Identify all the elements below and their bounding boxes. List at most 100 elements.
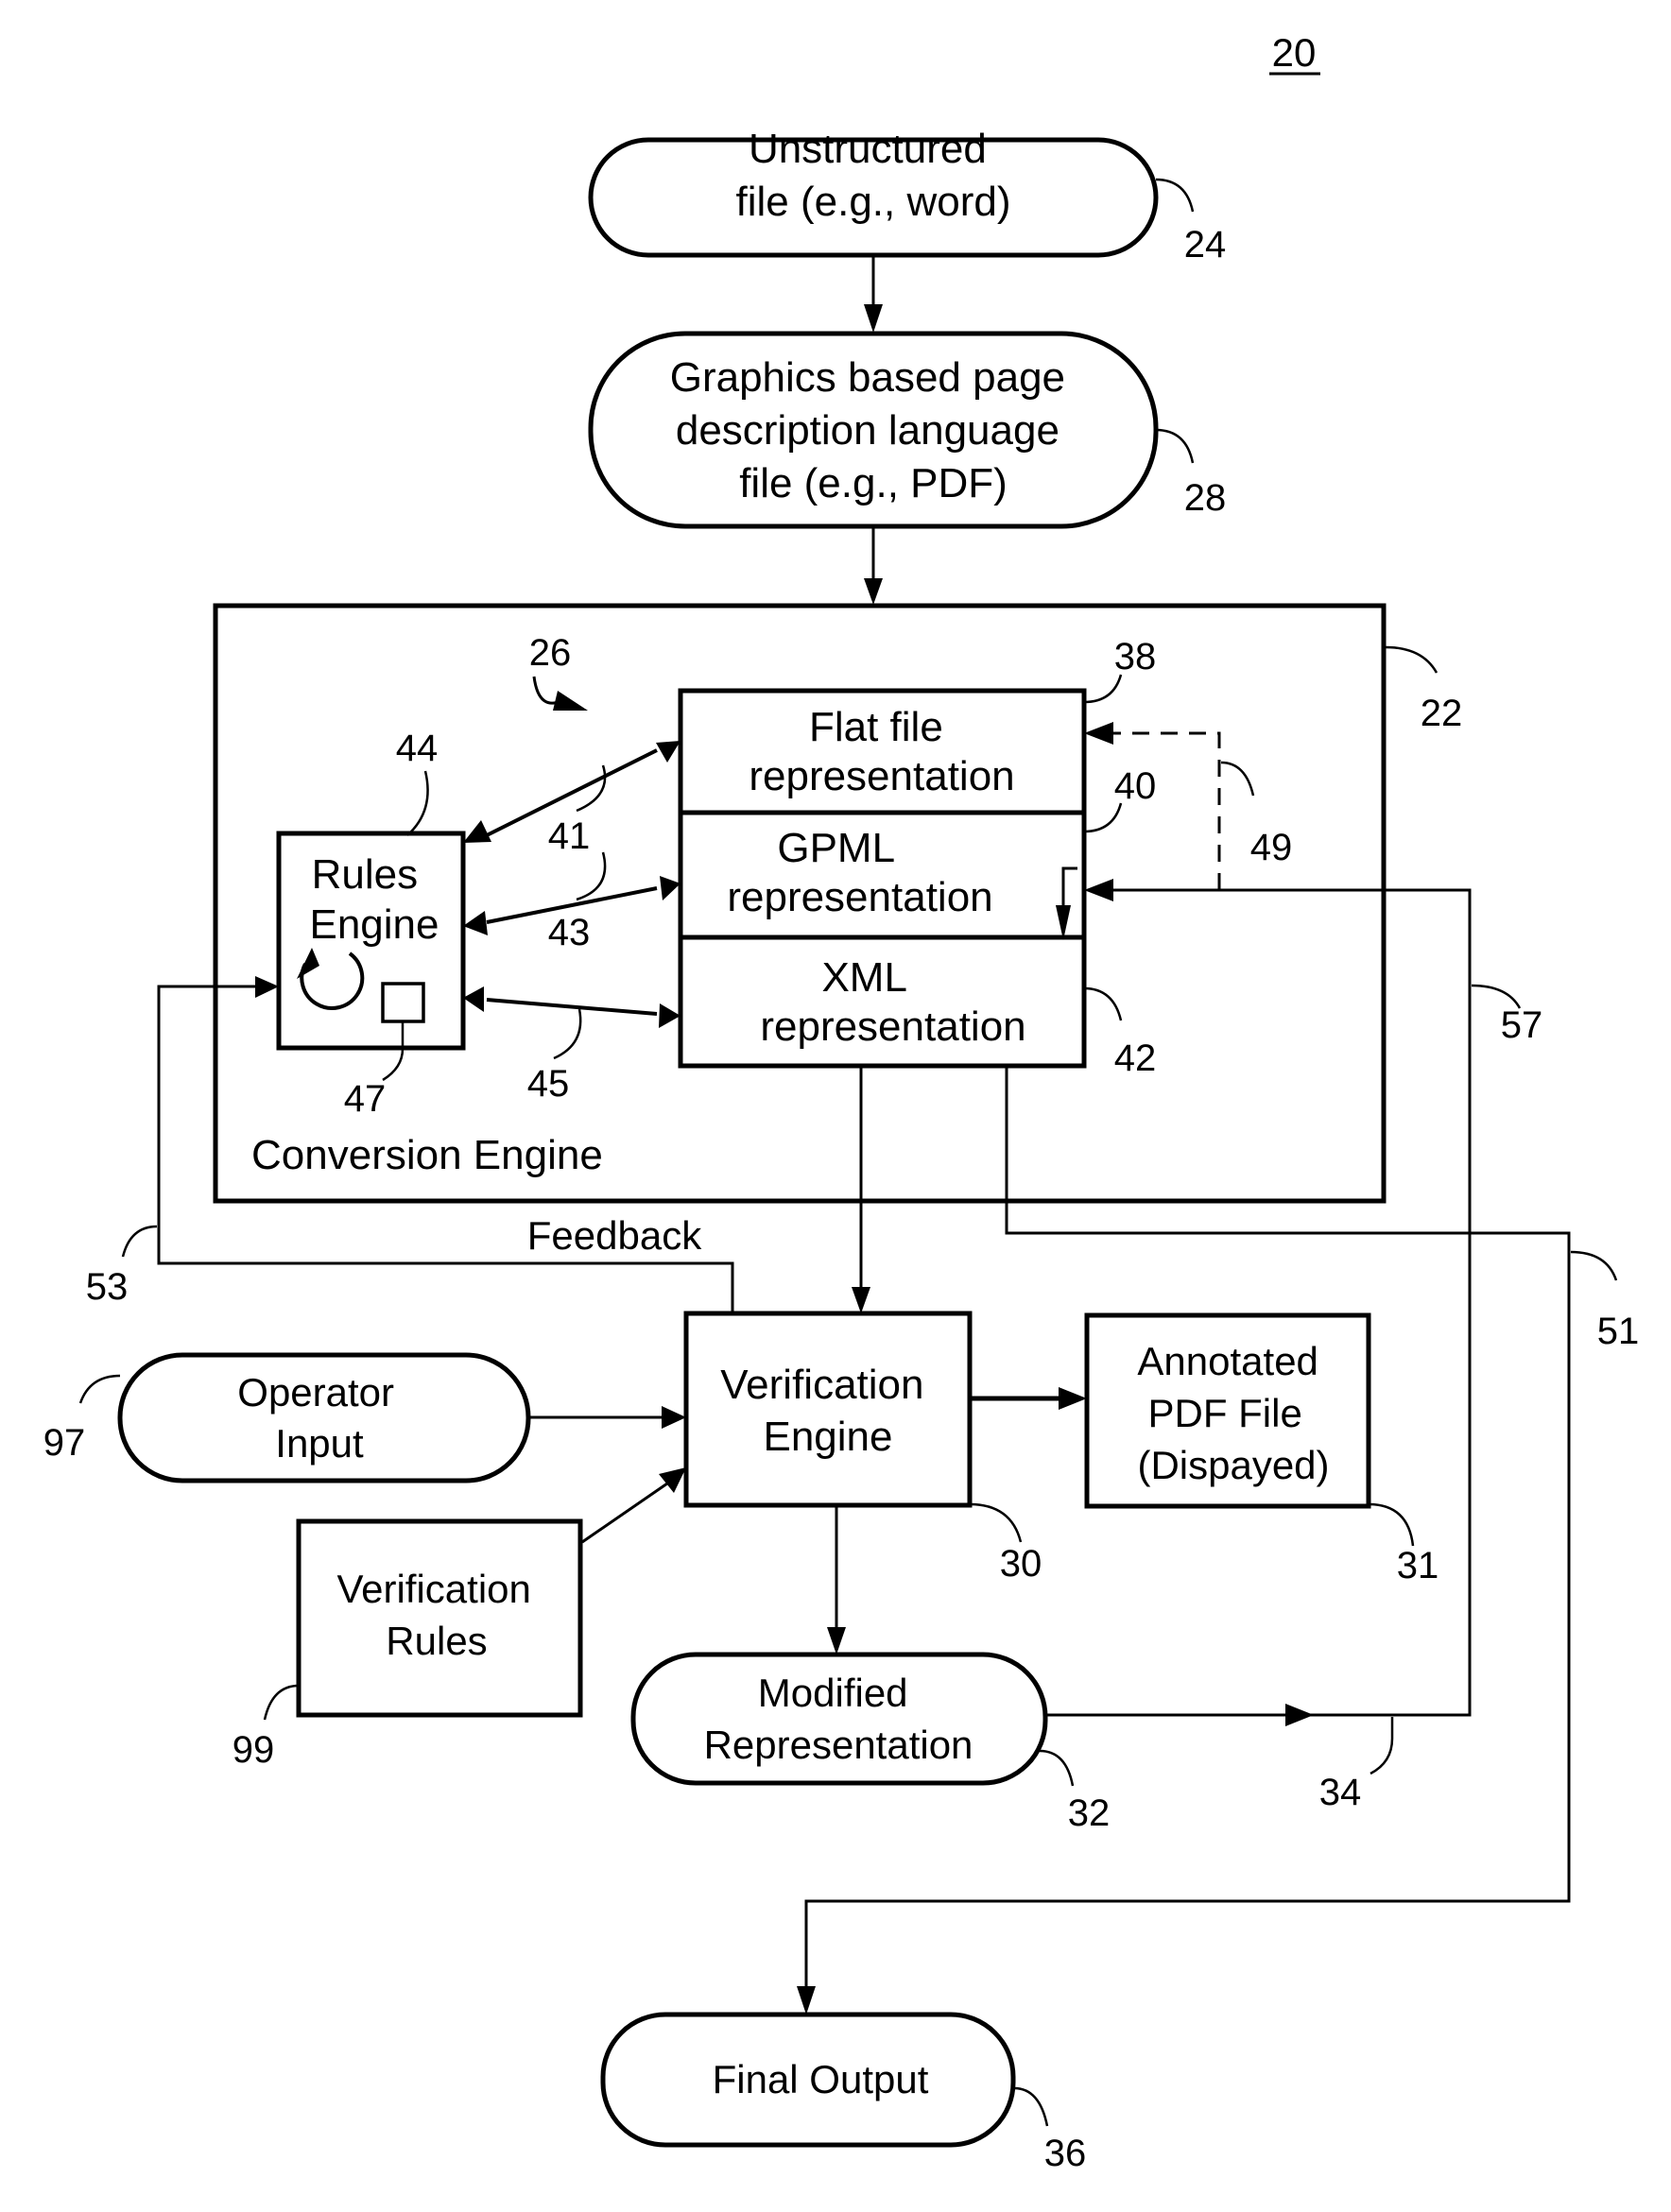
node-operator-input[interactable]: Operator Input — [117, 1352, 531, 1483]
leader-38 — [1083, 674, 1123, 704]
node-verification-rules[interactable]: Verification Rules — [296, 1518, 583, 1718]
verification-engine-shape — [683, 1311, 973, 1508]
flat-file-line-1: Flat file — [809, 704, 943, 750]
arrow-43-head-gpml — [660, 876, 680, 900]
arrowhead-verification-to-annotated — [1059, 1387, 1087, 1410]
unstructured-file-line-1: Unstructured — [749, 126, 987, 172]
ref-36: 36 — [1044, 2133, 1087, 2174]
rules-engine-line-1: Rules — [312, 851, 419, 898]
leader-40 — [1083, 802, 1123, 833]
rules-component-square — [381, 982, 425, 1023]
node-verification-engine[interactable]: Verification Engine — [683, 1311, 973, 1508]
ref-49: 49 — [1250, 827, 1293, 868]
ref-43: 43 — [548, 912, 591, 953]
leader-28 — [1155, 428, 1195, 464]
leader-31 — [1368, 1502, 1415, 1547]
leader-34 — [1370, 1717, 1394, 1775]
arrow-45-head-xml — [659, 1003, 680, 1028]
leader-97 — [78, 1374, 121, 1404]
arrowhead-28-to-22 — [864, 578, 883, 605]
leader-51 — [1570, 1250, 1618, 1281]
conversion-engine-label: Conversion Engine — [251, 1132, 603, 1178]
ref-24: 24 — [1184, 224, 1227, 266]
arrowhead-to-flat-file — [1084, 722, 1113, 745]
pdl-file-line-1: Graphics based page — [670, 354, 1065, 401]
svg-text:Annotated PDF File: Annotated PDF File (Dispayed) — [1137, 1339, 1329, 1487]
annotated-pdf-line-3: (Dispayed) — [1137, 1443, 1329, 1487]
ref-34: 34 — [1319, 1772, 1362, 1813]
ref-31: 31 — [1397, 1545, 1439, 1586]
leader-44 — [406, 770, 429, 836]
arrow-45-head-rules — [463, 986, 484, 1012]
verification-engine-line-2: Engine — [763, 1414, 892, 1460]
figure-number: 20 — [1272, 30, 1317, 75]
node-annotated-pdf[interactable]: Annotated PDF File (Dispayed) — [1084, 1312, 1371, 1509]
ref-26: 26 — [529, 632, 572, 674]
ref-40: 40 — [1114, 765, 1157, 807]
arrowhead-verification-to-modified — [827, 1627, 846, 1655]
leader-22 — [1385, 645, 1438, 674]
ref-45: 45 — [527, 1063, 570, 1105]
ref-99: 99 — [233, 1729, 275, 1771]
feedback-arrowhead — [255, 976, 279, 998]
pdl-file-line-2: description language — [676, 407, 1059, 454]
verification-rules-line-2: Rules — [386, 1619, 487, 1663]
arrow-43-head-rules — [463, 911, 488, 935]
ref-51: 51 — [1597, 1311, 1640, 1352]
leader-49 — [1220, 761, 1255, 797]
leader-30 — [969, 1502, 1023, 1543]
path-51[interactable] — [804, 1066, 1571, 1988]
node-unstructured-file[interactable]: Unstructured file (e.g., word) — [588, 126, 1159, 258]
xml-line-2: representation — [760, 1003, 1025, 1050]
operator-input-line-2: Input — [275, 1421, 364, 1466]
flat-file-line-2: representation — [749, 753, 1014, 799]
flow-diagram: 20 Unstructured file (e.g., word) 24 Gra… — [43, 30, 1640, 2174]
final-output-label: Final Output — [713, 2057, 929, 2101]
ref-32: 32 — [1068, 1792, 1111, 1834]
gpml-line-1: GPML — [777, 825, 894, 871]
arrowhead-to-gpml — [1084, 879, 1113, 901]
rules-engine-line-2: Engine — [309, 901, 439, 948]
leader-99 — [263, 1684, 300, 1721]
dashed-path-49[interactable] — [1113, 731, 1221, 890]
annotated-pdf-line-2: PDF File — [1147, 1391, 1301, 1435]
pdl-file-line-3: file (e.g., PDF) — [739, 460, 1008, 506]
leader-42 — [1083, 986, 1123, 1021]
gpml-line-2: representation — [727, 874, 992, 920]
ref-22: 22 — [1421, 693, 1463, 734]
path-57[interactable] — [1045, 888, 1472, 1717]
ref-57: 57 — [1501, 1004, 1543, 1046]
ref-53: 53 — [86, 1266, 129, 1308]
leader-36 — [1013, 2086, 1049, 2127]
node-final-output[interactable]: Final Output — [600, 2012, 1016, 2148]
leader-32 — [1039, 1749, 1075, 1787]
leader-45 — [553, 1008, 582, 1060]
operator-input-line-1: Operator — [237, 1370, 394, 1415]
ref-38: 38 — [1114, 636, 1157, 677]
feedback-label: Feedback — [527, 1213, 702, 1258]
ref-44: 44 — [396, 728, 439, 769]
arrowhead-to-final-output — [797, 1986, 816, 2015]
annotated-pdf-line-1: Annotated — [1137, 1339, 1318, 1383]
arrow-41-head-flat — [656, 741, 680, 763]
ref-97: 97 — [43, 1422, 86, 1464]
node-pdl-file[interactable]: Graphics based page description language… — [588, 331, 1159, 529]
ref-30: 30 — [1000, 1543, 1042, 1585]
modified-representation-line-1: Modified — [758, 1671, 908, 1715]
leader-53 — [121, 1225, 158, 1258]
ref-41: 41 — [548, 815, 591, 857]
arrow-45 — [486, 998, 658, 1016]
leader-24 — [1155, 178, 1195, 213]
unstructured-file-line-2: file (e.g., word) — [736, 179, 1011, 225]
verification-engine-line-1: Verification — [720, 1362, 923, 1408]
verification-rules-line-1: Verification — [336, 1567, 530, 1611]
node-modified-representation[interactable]: Modified Representation — [630, 1652, 1048, 1786]
modified-representation-line-2: Representation — [704, 1723, 973, 1767]
arrowhead-26 — [553, 691, 588, 711]
ref-28: 28 — [1184, 477, 1227, 519]
arrowhead-operator-to-verification — [662, 1406, 686, 1429]
node-rules-engine[interactable]: Rules Engine — [276, 831, 466, 1051]
arrow-41-head-rules — [463, 820, 491, 843]
arrowhead-xml-to-verification — [852, 1287, 870, 1313]
arrowhead-24-to-28 — [864, 304, 883, 333]
